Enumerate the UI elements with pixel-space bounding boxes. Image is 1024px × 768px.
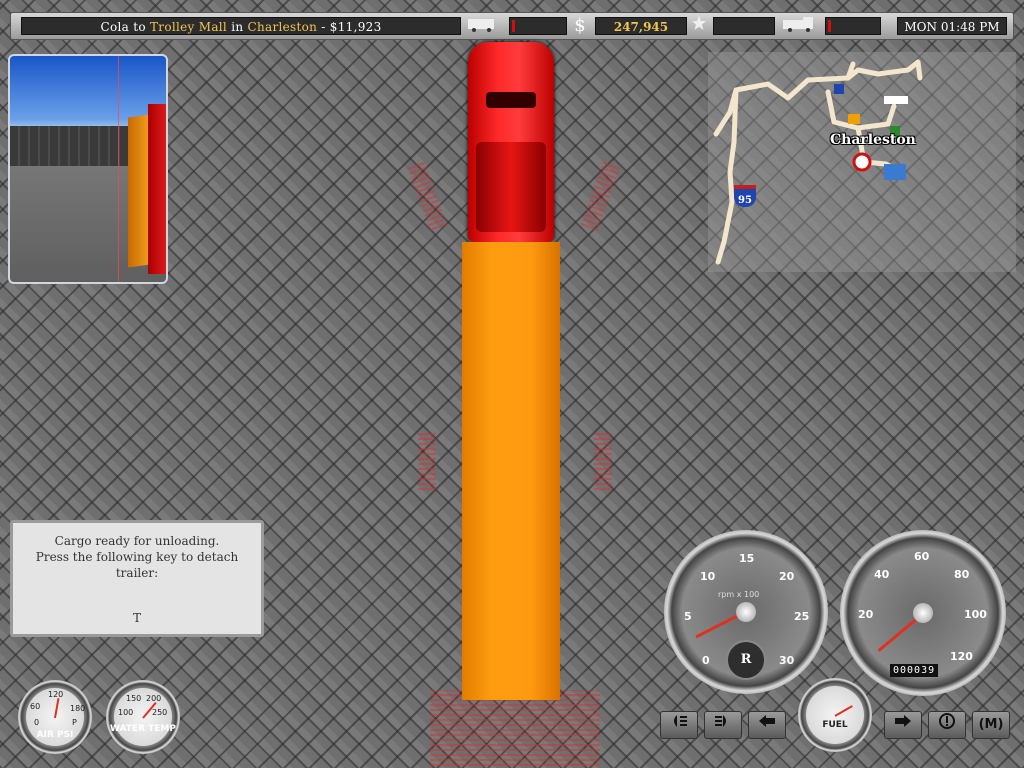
headlights-button[interactable]	[660, 711, 698, 739]
air-psi-gauge: 0 60 120 180 P AIR PSI	[18, 680, 92, 754]
fuel-label: FUEL	[822, 720, 848, 730]
water-temp-gauge: 100 150 200 250 WATER TEMP	[106, 680, 180, 754]
destination-name: Trolley Mall	[150, 20, 228, 34]
air-psi-label: AIR PSI	[36, 730, 74, 740]
hazard-button[interactable]	[928, 711, 966, 739]
parking-target-marker	[430, 690, 600, 766]
message-line: Press the following key to detach	[35, 550, 239, 564]
dollar-icon: $	[574, 15, 586, 36]
left-turn-signal-button[interactable]	[748, 711, 786, 739]
delivery-route-text: Cola to Trolley Mall in Charleston - $11…	[21, 17, 461, 35]
truck-icon	[779, 15, 819, 37]
minimap-city-label: Charleston	[830, 132, 916, 148]
city-name: Charleston	[247, 20, 318, 34]
truck-damage-bar	[825, 17, 881, 35]
odometer: 000039	[890, 664, 939, 677]
message-line: Cargo ready for unloading.	[54, 534, 220, 548]
warning-icon	[939, 713, 955, 729]
water-temp-label: WATER TEMP	[110, 724, 176, 734]
game-clock: MON 01:48 PM	[897, 17, 1007, 35]
guide-marker	[418, 430, 436, 490]
map-button[interactable]: (M)	[972, 711, 1010, 739]
cargo-message-box: Cargo ready for unloading. Press the fol…	[10, 520, 264, 637]
minimap[interactable]: Charleston 95	[708, 52, 1016, 272]
fuel-gauge: FUEL	[798, 678, 872, 752]
tachometer: 0 5 10 15 20 25 30 rpm x 100 R	[664, 530, 828, 694]
reputation-bar	[713, 17, 775, 35]
top-status-bar: Cola to Trolley Mall in Charleston - $11…	[10, 12, 1014, 40]
right-turn-signal-button[interactable]	[884, 711, 922, 739]
arrow-right-icon	[895, 715, 911, 727]
truck-cab	[468, 42, 554, 242]
trailer-icon	[463, 15, 503, 37]
message-line: trailer:	[115, 566, 159, 580]
star-icon	[687, 15, 711, 37]
detach-key-hint: T	[132, 611, 141, 625]
gear-indicator: R	[726, 640, 766, 680]
high-beam-icon	[715, 715, 726, 727]
payout-value: $11,923	[329, 20, 382, 34]
cargo-trailer	[462, 242, 560, 700]
speedometer: 20 40 60 80 100 120 000039	[840, 530, 1006, 696]
guide-marker	[594, 430, 612, 490]
minimap-roads	[713, 59, 923, 265]
headlight-icon	[674, 715, 687, 727]
interstate-shield-icon: 95	[734, 185, 756, 207]
arrow-left-icon	[759, 715, 775, 727]
trailer-damage-bar	[509, 17, 567, 35]
rpm-unit-label: rpm x 100	[718, 590, 760, 599]
side-mirror-view	[8, 54, 168, 284]
money-balance: 247,945	[595, 17, 687, 35]
high-beams-button[interactable]	[704, 711, 742, 739]
